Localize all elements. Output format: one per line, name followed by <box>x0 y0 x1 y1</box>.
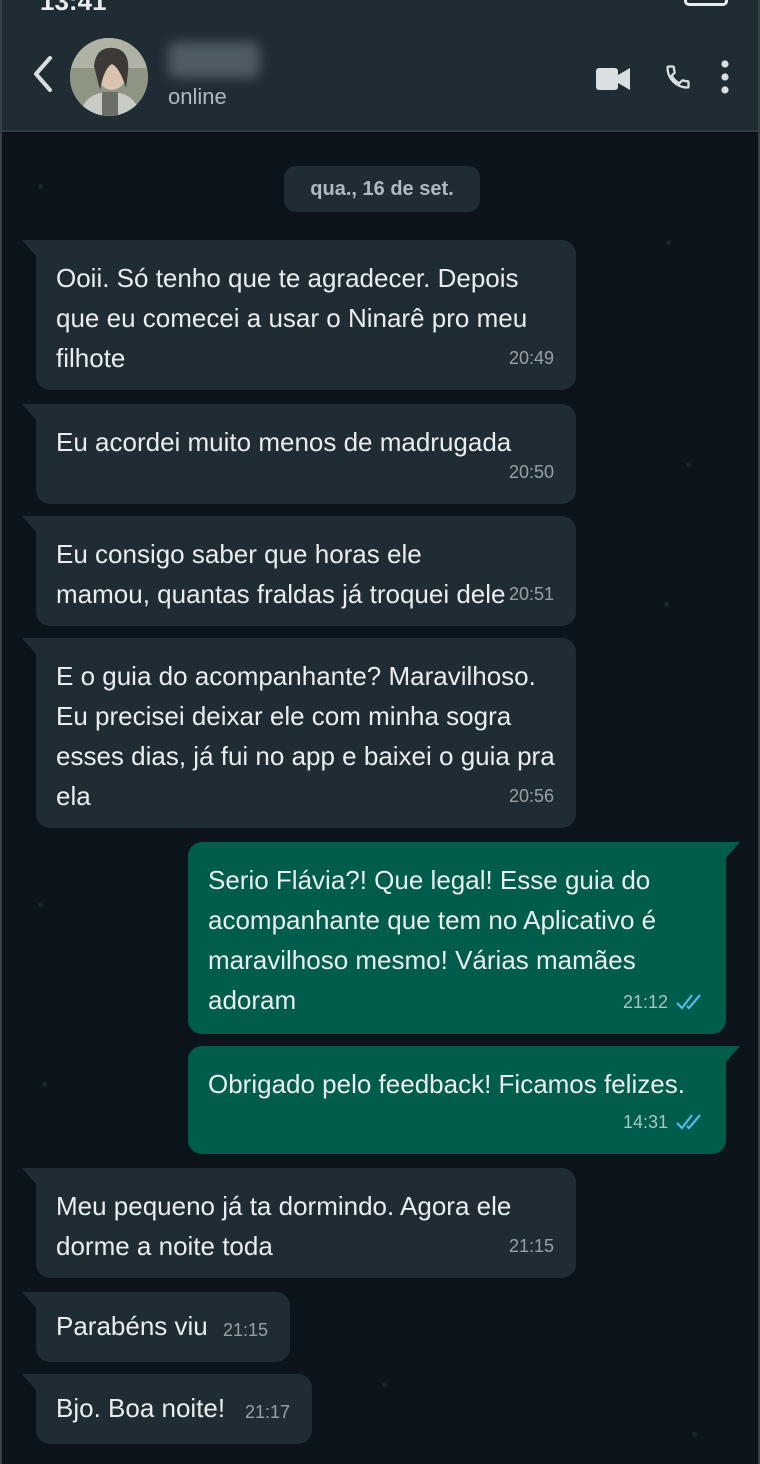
more-options-icon[interactable] <box>720 60 730 94</box>
bubble-tail <box>22 1374 36 1390</box>
bubble-tail <box>22 1292 36 1308</box>
message-time: 21:12 <box>623 982 704 1022</box>
message-time: 20:50 <box>508 462 554 482</box>
message-text: E o guia do acompanhante? Maravilhoso. E… <box>56 661 555 811</box>
presence-status: online <box>168 84 227 109</box>
incoming-message[interactable]: Eu acordei muito menos de madrugada 20:5… <box>22 404 576 504</box>
message-time: 21:15 <box>222 1320 268 1340</box>
profile-photo <box>70 38 148 116</box>
incoming-message[interactable]: E o guia do acompanhante? Maravilhoso. E… <box>22 638 576 828</box>
status-bar: 13:41 <box>2 0 758 16</box>
incoming-message[interactable]: Bjo. Boa noite! 21:17 <box>22 1374 312 1444</box>
message-time: 20:49 <box>508 348 554 368</box>
back-arrow-icon[interactable] <box>30 54 58 94</box>
message-text: Meu pequeno já ta dormindo. Agora ele do… <box>56 1191 512 1261</box>
message-text: Eu acordei muito menos de madrugada <box>56 427 512 457</box>
bubble-tail <box>726 1046 740 1062</box>
message-time: 14:31 <box>623 1102 704 1142</box>
read-receipt-icon <box>676 994 701 1010</box>
incoming-message[interactable]: Eu consigo saber que horas ele mamou, qu… <box>22 516 576 626</box>
bubble-tail <box>726 842 740 858</box>
bubble-tail <box>22 516 36 532</box>
bubble-tail <box>22 240 36 256</box>
contact-name-redacted <box>168 42 260 78</box>
message-time: 20:56 <box>508 786 554 806</box>
read-receipt-icon <box>676 1114 701 1130</box>
incoming-message[interactable]: Parabéns viu 21:15 <box>22 1292 290 1362</box>
incoming-message[interactable]: Meu pequeno já ta dormindo. Agora ele do… <box>22 1168 576 1278</box>
incoming-message[interactable]: Ooii. Só tenho que te agradecer. Depois … <box>22 240 576 390</box>
video-call-icon[interactable] <box>596 66 630 92</box>
bubble-tail <box>22 1168 36 1184</box>
chat-area[interactable]: qua., 16 de set. Ooii. Só tenho que te a… <box>2 132 758 1464</box>
outgoing-message[interactable]: Obrigado pelo feedback! Ficamos felizes.… <box>188 1046 740 1154</box>
bubble-tail <box>22 638 36 654</box>
message-time: 20:51 <box>508 584 554 604</box>
outgoing-message[interactable]: Serio Flávia?! Que legal! Esse guia do a… <box>188 842 740 1034</box>
battery-icon <box>684 0 728 6</box>
message-text: Eu consigo saber que horas ele mamou, qu… <box>56 539 506 609</box>
message-time: 21:15 <box>508 1236 554 1256</box>
chat-screen: 13:41 online qua., 16 de set. Ooii. Só t… <box>0 0 760 1464</box>
bubble-tail <box>22 404 36 420</box>
message-text: Ooii. Só tenho que te agradecer. Depois … <box>56 263 528 373</box>
chat-header: online <box>2 14 758 132</box>
phone-icon[interactable] <box>664 62 692 92</box>
message-time: 21:17 <box>244 1402 290 1422</box>
avatar[interactable] <box>70 38 148 116</box>
message-text: Obrigado pelo feedback! Ficamos felizes. <box>208 1069 685 1099</box>
date-separator: qua., 16 de set. <box>284 166 480 212</box>
